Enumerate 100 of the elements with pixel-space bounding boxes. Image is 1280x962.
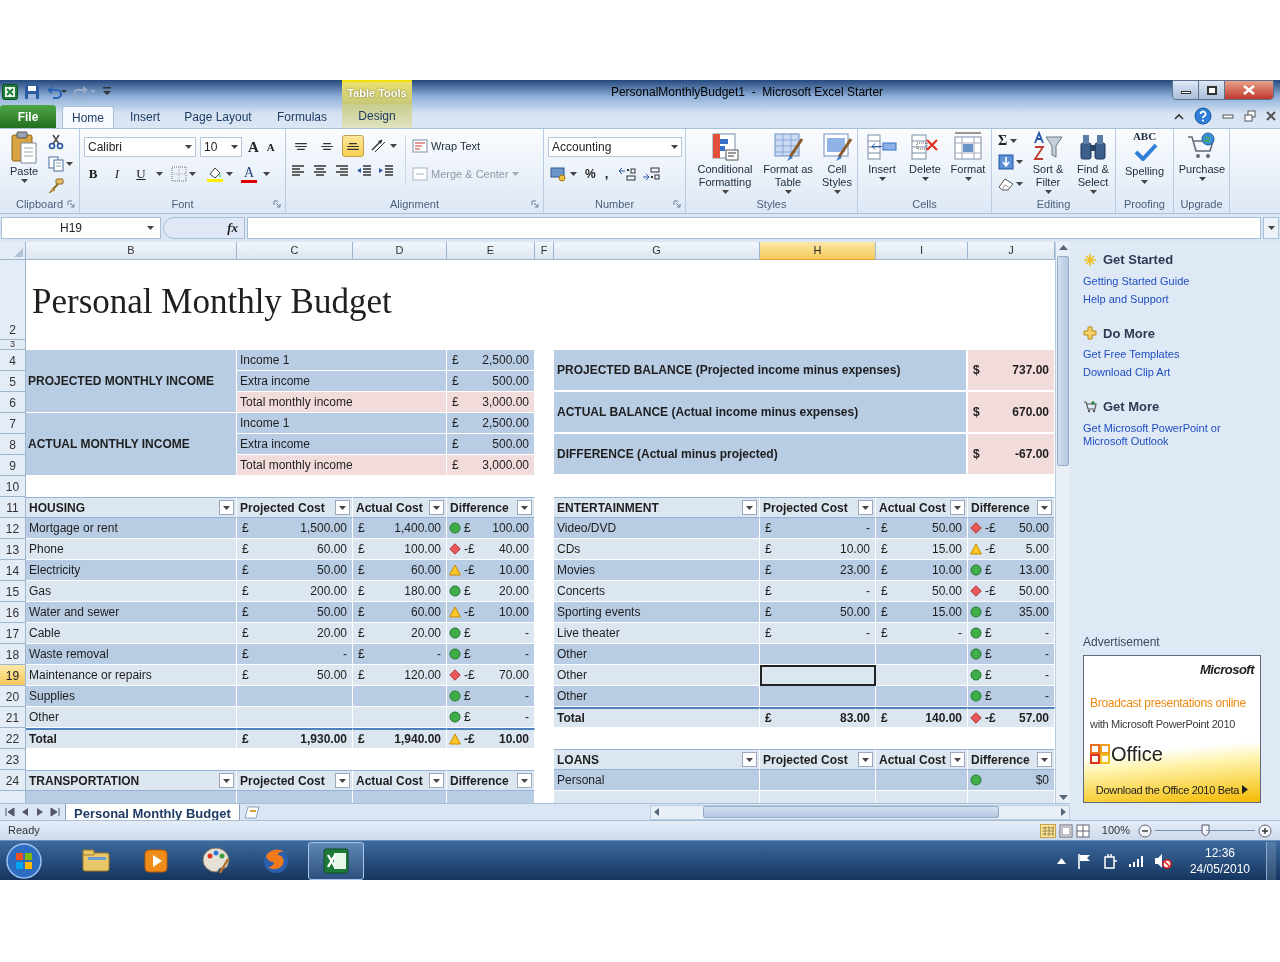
decrease-decimal-icon[interactable] bbox=[641, 167, 660, 181]
row-header[interactable]: 11 bbox=[0, 497, 26, 518]
pane-link[interactable]: Get Microsoft PowerPoint or Microsoft Outlook bbox=[1083, 421, 1268, 448]
column-header[interactable]: J bbox=[968, 242, 1055, 260]
scroll-thumb[interactable] bbox=[702, 806, 999, 818]
row-header[interactable]: 23 bbox=[0, 749, 26, 770]
ribbon-tab[interactable]: Home bbox=[62, 106, 114, 128]
advertisement[interactable]: Microsoft Broadcast presentations online with Microsoft PowerPoint 2010 Office Download the Office 2010 Beta bbox=[1083, 655, 1261, 803]
filter-button[interactable] bbox=[335, 500, 350, 515]
ribbon-button[interactable]: Find & Select bbox=[1071, 131, 1115, 194]
pane-link[interactable]: Download Clip Art bbox=[1083, 366, 1268, 379]
column-header[interactable]: D bbox=[353, 242, 447, 260]
column-header[interactable]: G bbox=[554, 242, 760, 260]
bold-button[interactable]: B bbox=[84, 164, 102, 184]
signal-icon[interactable] bbox=[1127, 853, 1144, 868]
row-header[interactable]: 13 bbox=[0, 539, 26, 560]
undo-icon[interactable] bbox=[46, 84, 68, 100]
align-left-icon[interactable] bbox=[290, 163, 306, 179]
column-header[interactable]: H bbox=[760, 242, 876, 260]
percent-button[interactable]: % bbox=[585, 165, 596, 183]
row-header[interactable]: 16 bbox=[0, 602, 26, 623]
flag-icon[interactable] bbox=[1075, 852, 1092, 869]
row-header[interactable]: 14 bbox=[0, 560, 26, 581]
row-header[interactable]: 20 bbox=[0, 686, 26, 707]
pane-link[interactable]: Get Free Templates bbox=[1083, 348, 1268, 361]
ribbon-button[interactable]: Paste bbox=[4, 131, 44, 183]
muted-speaker-icon[interactable] bbox=[1153, 852, 1172, 869]
sheet-tab[interactable]: Personal Monthly Budget bbox=[65, 803, 240, 821]
dialog-launcher-icon[interactable] bbox=[531, 200, 539, 208]
last-sheet-icon[interactable] bbox=[50, 807, 60, 817]
ribbon-button[interactable]: Insert bbox=[862, 131, 902, 181]
row-header[interactable]: 6 bbox=[0, 392, 26, 413]
row-header[interactable]: 5 bbox=[0, 371, 26, 392]
zoom-in-icon[interactable] bbox=[1258, 823, 1272, 838]
pane-link[interactable]: Help and Support bbox=[1083, 292, 1268, 306]
ribbon-button[interactable]: Format bbox=[948, 131, 988, 181]
row-header[interactable]: 17 bbox=[0, 623, 26, 644]
font-color-button[interactable]: A bbox=[241, 165, 257, 183]
zoom-level[interactable]: 100% bbox=[1101, 822, 1130, 839]
row-header[interactable]: 4 bbox=[0, 350, 26, 371]
ribbon-tab[interactable]: Insert bbox=[118, 106, 172, 128]
shrink-font-button[interactable]: A bbox=[264, 141, 277, 153]
close-button[interactable] bbox=[1225, 81, 1273, 99]
increase-indent-icon[interactable] bbox=[378, 163, 394, 179]
align-right-icon[interactable] bbox=[334, 163, 350, 179]
filter-button[interactable] bbox=[219, 773, 234, 788]
filter-button[interactable] bbox=[429, 773, 444, 788]
show-hidden-icons[interactable] bbox=[1056, 857, 1066, 864]
minimize-ribbon-icon[interactable] bbox=[1174, 112, 1184, 120]
comma-button[interactable]: , bbox=[601, 164, 612, 184]
ad-call-to-action[interactable]: Download the Office 2010 Beta bbox=[1095, 781, 1240, 798]
font-name-field[interactable]: Calibri bbox=[84, 137, 196, 157]
taskbar-app[interactable] bbox=[308, 841, 364, 880]
column-header[interactable]: I bbox=[876, 242, 968, 260]
dialog-launcher-icon[interactable] bbox=[67, 200, 75, 208]
align-center-icon[interactable] bbox=[312, 163, 328, 179]
underline-button[interactable]: U bbox=[132, 164, 150, 184]
restore-button[interactable] bbox=[1199, 81, 1225, 99]
help-icon[interactable] bbox=[1194, 107, 1212, 125]
close-icon[interactable] bbox=[1266, 111, 1276, 121]
customize-toolbar-icon[interactable] bbox=[102, 86, 112, 98]
ribbon-tab[interactable]: Page Layout bbox=[176, 106, 260, 128]
column-header[interactable]: F bbox=[535, 242, 554, 260]
vertical-scrollbar[interactable] bbox=[1055, 242, 1070, 803]
vertical-align-button[interactable] bbox=[342, 135, 364, 157]
row-header[interactable]: 9 bbox=[0, 455, 26, 476]
filter-button[interactable] bbox=[950, 500, 965, 515]
italic-button[interactable]: I bbox=[108, 164, 126, 184]
scroll-thumb[interactable] bbox=[1057, 256, 1069, 466]
filter-button[interactable] bbox=[219, 500, 234, 515]
pane-link[interactable]: Getting Started Guide bbox=[1083, 274, 1268, 288]
zoom-slider[interactable] bbox=[1155, 823, 1255, 838]
ribbon-tab[interactable]: Formulas bbox=[264, 106, 340, 128]
row-header[interactable]: 7 bbox=[0, 413, 26, 434]
horizontal-scrollbar[interactable] bbox=[649, 804, 1070, 820]
decrease-indent-icon[interactable] bbox=[356, 163, 372, 179]
filter-button[interactable] bbox=[950, 752, 965, 767]
start-button[interactable] bbox=[4, 841, 44, 880]
excel-logo-icon[interactable] bbox=[2, 84, 18, 100]
power-plug-icon[interactable] bbox=[1101, 852, 1118, 869]
filter-button[interactable] bbox=[1037, 500, 1052, 515]
row-header[interactable]: 8 bbox=[0, 434, 26, 455]
minimize-icon[interactable] bbox=[1222, 113, 1234, 119]
row-header[interactable]: 12 bbox=[0, 518, 26, 539]
dialog-launcher-icon[interactable] bbox=[673, 200, 681, 208]
ribbon-tab[interactable]: Design bbox=[342, 104, 412, 128]
show-desktop-button[interactable] bbox=[1266, 841, 1276, 880]
increase-decimal-icon[interactable] bbox=[617, 167, 636, 181]
font-size-field[interactable]: 10 bbox=[200, 137, 242, 157]
row-header[interactable]: 24 bbox=[0, 770, 26, 791]
dialog-launcher-icon[interactable] bbox=[273, 200, 281, 208]
filter-button[interactable] bbox=[335, 773, 350, 788]
filter-button[interactable] bbox=[1037, 752, 1052, 767]
zoom-out-icon[interactable] bbox=[1138, 823, 1152, 838]
selected-cell[interactable] bbox=[760, 665, 876, 686]
ribbon-button[interactable]: Format as Table bbox=[762, 131, 814, 194]
row-header[interactable]: 15 bbox=[0, 581, 26, 602]
formula-input[interactable] bbox=[247, 217, 1261, 239]
restore-icon[interactable] bbox=[1244, 110, 1256, 122]
column-header[interactable]: B bbox=[26, 242, 237, 260]
